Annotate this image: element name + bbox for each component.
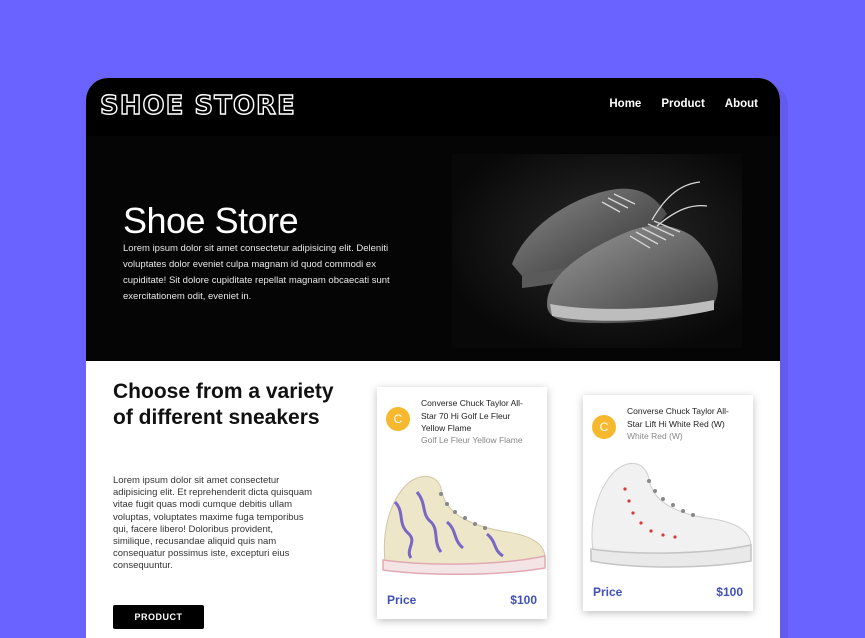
hero-section: Shoe Store Lorem ipsum dolor sit amet co… [86, 136, 780, 361]
app-window: SHOE STORE Home Product About Shoe Store… [86, 78, 780, 638]
products-section: Choose from a variety of different sneak… [86, 361, 780, 638]
hero-description: Lorem ipsum dolor sit amet consectetur a… [123, 243, 390, 302]
nav-home-link[interactable]: Home [609, 98, 641, 110]
site-logo[interactable]: SHOE STORE [99, 90, 296, 121]
card-price: $100 [716, 585, 743, 599]
hero-title: Shoe Store [123, 200, 299, 241]
product-card[interactable]: C Converse Chuck Taylor All-Star Lift Hi… [583, 395, 753, 611]
product-card[interactable]: C Converse Chuck Taylor All-Star 70 Hi G… [377, 387, 547, 619]
card-subtitle: Golf Le Fleur Yellow Flame [421, 435, 523, 445]
card-price-label: Price [593, 585, 623, 599]
hero-shoe-image [452, 154, 742, 348]
nav-about-link[interactable]: About [725, 98, 758, 110]
section-description: Lorem ipsum dolor sit amet consectetur a… [113, 475, 313, 572]
card-price: $100 [510, 593, 537, 607]
card-price-label: Price [387, 593, 417, 607]
navbar: SHOE STORE Home Product About [86, 78, 780, 136]
card-avatar: C [386, 407, 410, 431]
product-shoe-image [377, 462, 547, 582]
section-title: Choose from a variety of different sneak… [113, 380, 334, 429]
card-title: Converse Chuck Taylor All-Star Lift Hi W… [627, 406, 729, 429]
nav-product-link[interactable]: Product [661, 98, 704, 110]
card-avatar: C [592, 415, 616, 439]
product-button[interactable]: PRODUCT [113, 605, 204, 629]
nav-links: Home Product About [609, 98, 758, 110]
card-subtitle: White Red (W) [627, 431, 683, 441]
product-shoe-image [583, 451, 753, 571]
card-title: Converse Chuck Taylor All-Star 70 Hi Gol… [421, 398, 523, 433]
